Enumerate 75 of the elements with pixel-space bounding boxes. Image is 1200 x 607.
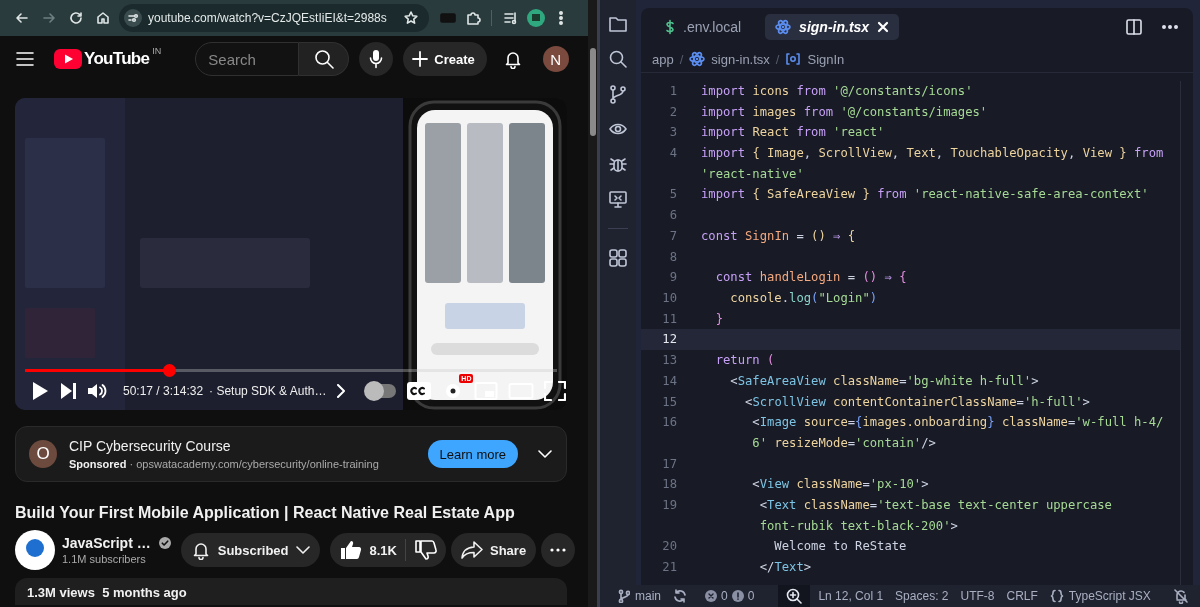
status-item[interactable]: Ln 12, Col 1 [818,589,884,603]
line-number: 20 [661,538,678,556]
line-number: 8 [668,248,678,266]
code-line: 'react-native' [701,165,805,183]
line-number: 12 [661,331,678,349]
learn-more-button[interactable]: Learn more [427,440,518,468]
line-number: 19 [661,497,678,514]
line-number: 1 [668,83,678,100]
ad-title[interactable]: CIP Cybersecurity Course [69,438,416,454]
branch-indicator[interactable]: main [618,589,661,603]
breadcrumb-separator: / [679,51,684,67]
status-item[interactable]: CRLF [1006,589,1038,603]
time-display: 50:17 / 3:14:32 [123,384,204,398]
line-number: 18 [661,476,678,494]
code-line: <Image source={images.onboarding} className='w-full h-4/ [751,414,1165,432]
address-bar[interactable]: youtube.com/watch?v=CzJQEstIiEI&t=2988s [119,4,429,32]
code-line: Welcome to ReState [773,538,908,556]
code-line: import images from '@/constants/images' [701,103,989,121]
line-number: 13 [661,352,678,370]
line-number: 21 [661,559,678,577]
language-mode[interactable]: TypeScript JSX [1049,589,1151,603]
chapter-title[interactable]: · Setup SDK & Auth… [209,384,327,398]
breadcrumb-item[interactable]: sign-in.tsx [711,51,770,67]
advertiser-avatar: O [29,440,57,468]
country-code: IN [152,46,162,56]
editor-tab[interactable]: sign-in.tsx [765,14,900,40]
create-button[interactable]: Create [403,42,487,76]
description-box[interactable]: 1.3M views 5 months ago [15,578,567,605]
breadcrumb-item[interactable]: SignIn [807,51,845,67]
ad-sponsor-line[interactable]: Sponsored · opswatacademy.com/cybersecurity/online-training [69,458,416,470]
line-number: 16 [661,414,678,432]
share-button[interactable]: Share [451,533,537,567]
search-field[interactable]: Search [195,42,300,76]
line-number: 3 [668,124,678,142]
code-line: <Text className='text-base text-center uppercase [758,497,1113,514]
channel-name[interactable]: JavaScript … [62,535,151,551]
breadcrumb-separator: / [775,51,780,67]
subscriber-count: 1.1M subscribers [62,553,147,565]
code-line: <View className='px-10'> [751,476,930,494]
url-text: youtube.com/watch?v=CzJQEstIiEI&t=2988s [148,11,388,25]
avatar[interactable]: N [542,46,569,72]
code-line: import icons from '@/constants/icons' [701,83,974,100]
line-number: 4 [668,145,678,163]
code-line: font-rubik text-black-200'> [758,517,959,535]
line-number: 2 [668,103,678,121]
status-item[interactable]: UTF-8 [960,589,995,603]
line-number: 6 [668,207,678,225]
line-number: 11 [661,310,678,328]
code-line: 6' resizeMode='contain'/> [751,434,937,452]
subscribe-button[interactable]: Subscribed [180,533,320,567]
line-number: 7 [668,227,678,245]
code-line: return ( [714,352,776,370]
video-title: Build Your First Mobile Application | React Native Real Estate App [15,504,516,522]
code-line: <ScrollView contentContainerClassName='h-full'> [744,393,1091,411]
line-number: 9 [668,269,678,287]
code-line: import { SafeAreaView } from 'react-native-safe-area-context' [701,186,1150,204]
code-line: </Text> [758,559,813,577]
view-count: 1.3M views 5 months ago [27,585,187,600]
breadcrumb-item[interactable]: app [652,51,674,67]
code-line: const SignIn = () ⇒ { [701,227,857,245]
line-number: 5 [668,186,678,204]
code-line: <SafeAreaView className='bg-white h-full'> [729,372,1040,390]
line-number: 15 [661,393,678,411]
line-number: 14 [661,372,678,390]
code-line: console.log("Login") [729,290,879,307]
problems-indicator[interactable]: 0 0 [705,589,755,603]
code-line: import { Image, ScrollView, Text, TouchableOpacity, View } from [701,145,1165,163]
code-line: import React from 'react' [701,124,886,142]
editor-tab[interactable]: .env.local [651,14,756,40]
youtube-logo[interactable]: YouTube [54,49,150,69]
line-number: 10 [661,290,678,307]
status-item[interactable]: Spaces: 2 [895,589,949,603]
code-line: } [714,310,724,328]
line-number: 17 [661,455,678,473]
code-line: const handleLogin = () ⇒ { [714,269,908,287]
